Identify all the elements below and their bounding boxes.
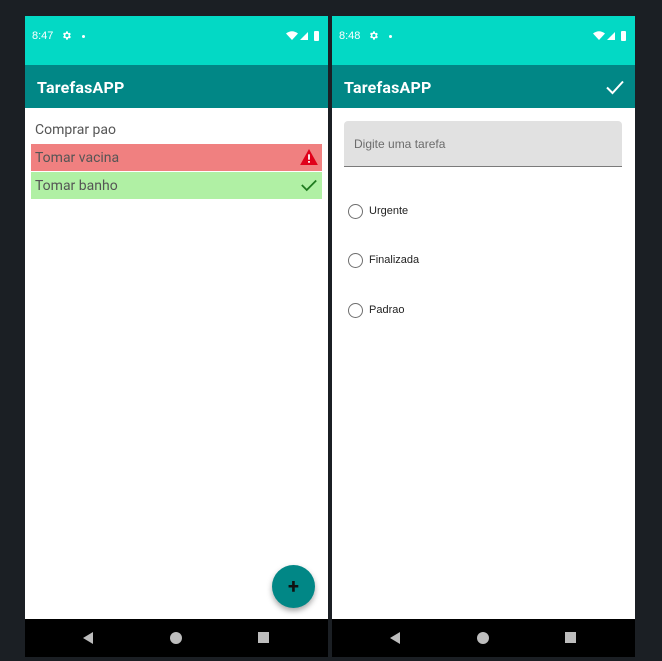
status-time: 8:47: [32, 30, 54, 42]
task-label: Tomar banho: [35, 178, 118, 194]
radio-button-icon: [348, 303, 363, 318]
back-icon[interactable]: [389, 632, 401, 644]
check-icon: [301, 179, 317, 192]
nav-bar: [25, 619, 328, 657]
status-bar: 8:48: [332, 16, 635, 65]
task-item-tomar-vacina[interactable]: Tomar vacina: [31, 144, 322, 171]
app-bar: TarefasAPP: [25, 65, 328, 108]
wifi-icon: [593, 31, 605, 40]
battery-icon: [621, 31, 626, 41]
task-label: Tomar vacina: [35, 150, 120, 166]
system-status-icons: [286, 31, 319, 41]
recents-icon[interactable]: [565, 632, 576, 643]
radio-button-icon: [348, 204, 363, 219]
task-label: Comprar pao: [35, 122, 116, 138]
home-icon[interactable]: [170, 632, 182, 644]
dot-icon: [389, 35, 392, 38]
recents-icon[interactable]: [258, 632, 269, 643]
wifi-icon: [286, 31, 298, 40]
radio-label: Urgente: [369, 205, 409, 217]
task-input[interactable]: [344, 121, 622, 167]
app-bar: TarefasAPP: [332, 65, 635, 108]
nav-bar: [332, 619, 635, 657]
warning-icon: [300, 149, 318, 165]
radio-label: Padrao: [369, 304, 405, 316]
status-bar: 8:47: [25, 16, 328, 65]
status-time: 8:48: [339, 30, 361, 42]
dot-icon: [82, 35, 85, 38]
battery-icon: [314, 31, 319, 41]
radio-label: Finalizada: [369, 254, 420, 266]
radio-button-icon: [348, 253, 363, 268]
gear-icon: [63, 31, 71, 40]
home-icon[interactable]: [477, 632, 489, 644]
gear-icon: [370, 31, 378, 40]
add-task-button[interactable]: +: [272, 565, 315, 608]
app-title: TarefasAPP: [344, 78, 432, 97]
signal-icon: [607, 32, 615, 40]
task-item-comprar-pao[interactable]: Comprar pao: [31, 116, 322, 143]
signal-icon: [300, 32, 308, 40]
app-title: TarefasAPP: [37, 78, 125, 97]
save-check-icon[interactable]: [605, 77, 625, 97]
task-list-screen: 8:47 TarefasAPP Comprar pao Tomar vacina…: [25, 16, 328, 657]
task-list: Comprar pao Tomar vacina Tomar banho: [31, 116, 322, 200]
back-icon[interactable]: [82, 632, 94, 644]
task-item-tomar-banho[interactable]: Tomar banho: [31, 172, 322, 199]
new-task-screen: 8:48 TarefasAPP Urgente Finalizada Padra…: [332, 16, 635, 657]
system-status-icons: [593, 31, 626, 41]
